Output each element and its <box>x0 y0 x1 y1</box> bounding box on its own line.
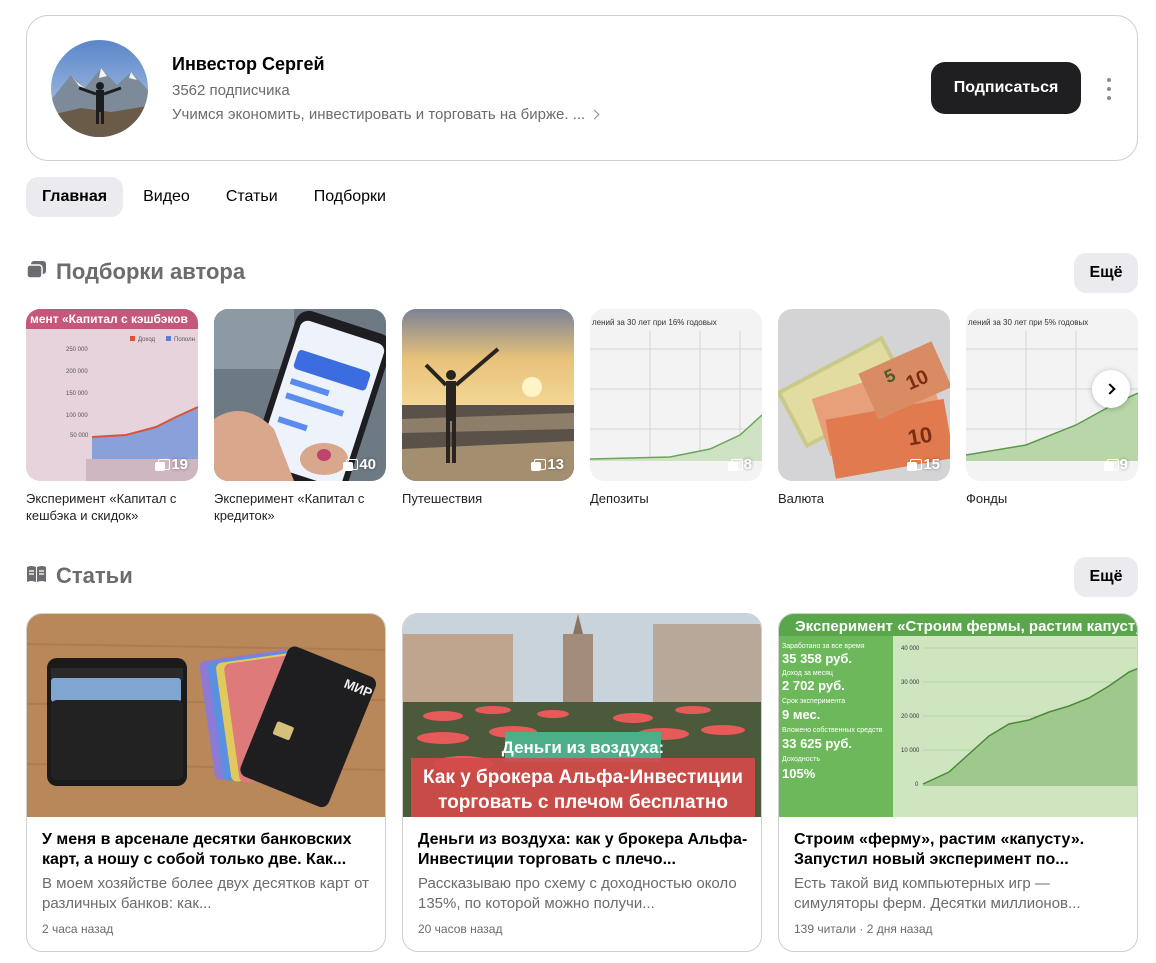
collection-thumbnail: мент «Капитал с кэшбэков Доход Пополн 250… <box>26 309 198 481</box>
stack-icon <box>531 458 547 471</box>
article-meta: 139 читали · 2 дня назад <box>794 922 933 936</box>
article-banner: Эксперимент «Строим фермы, растим капуст… <box>795 618 1138 635</box>
collection-title: Фонды <box>966 491 1008 506</box>
carousel-next-button[interactable] <box>1092 370 1130 408</box>
collection-card[interactable]: 10 10 5 15 Валюта <box>778 309 950 507</box>
article-image: Деньги из воздуха: Как у брокера Альфа-И… <box>403 614 761 817</box>
collection-thumb-text: мент «Капитал с кэшбэков <box>30 312 188 326</box>
collection-thumbnail: лений за 30 лет при 16% годовых 8 <box>590 309 762 481</box>
collection-title: Путешествия <box>402 491 483 506</box>
svg-text:Пополн: Пополн <box>174 337 195 343</box>
article-title: Деньги из воздуха: как у брокера Альфа-И… <box>418 831 748 868</box>
collection-card[interactable]: 40 Эксперимент «Капитал с кредиток» <box>214 309 386 524</box>
svg-text:20 000: 20 000 <box>901 714 920 720</box>
collection-count: 9 <box>1103 456 1128 473</box>
svg-text:100 000: 100 000 <box>66 413 88 419</box>
article-card[interactable]: МИР У меня в арсенале десятки банковских… <box>26 613 386 952</box>
article-image: Эксперимент «Строим фермы, растим капуст… <box>779 614 1138 817</box>
tab-articles[interactable]: Статьи <box>210 177 294 217</box>
articles-title: Статьи <box>56 563 133 588</box>
article-title: Строим «ферму», растим «капусту». Запуст… <box>794 831 1085 868</box>
svg-text:50 000: 50 000 <box>70 433 89 439</box>
chevron-right-icon <box>1103 383 1116 395</box>
articles-header: Статьи <box>26 563 133 589</box>
collection-title: Депозиты <box>590 491 649 506</box>
more-options-icon[interactable] <box>1099 78 1119 100</box>
collection-card[interactable]: лений за 30 лет при 16% годовых 8 Депози… <box>590 309 762 507</box>
tab-video[interactable]: Видео <box>127 177 206 217</box>
collection-count: 15 <box>907 456 940 473</box>
chevron-right-icon <box>589 109 600 120</box>
subscriber-count: 3562 подписчика <box>172 82 290 99</box>
collection-title: Валюта <box>778 491 824 506</box>
stack-icon <box>343 458 359 471</box>
collection-card[interactable]: мент «Капитал с кэшбэков Доход Пополн 250… <box>26 309 198 524</box>
article-title: У меня в арсенале десятки банковских кар… <box>42 831 352 868</box>
subscribe-button[interactable]: Подписаться <box>931 62 1081 114</box>
article-meta: 20 часов назад <box>418 922 503 936</box>
channel-avatar[interactable] <box>51 40 148 137</box>
svg-text:Доходность: Доходность <box>782 756 820 763</box>
svg-text:10 000: 10 000 <box>901 748 920 754</box>
svg-text:Доход: Доход <box>138 337 156 343</box>
article-snippet: В моем хозяйстве более двух десятков кар… <box>42 875 369 912</box>
collection-count: 19 <box>155 456 188 473</box>
article-overlay-line2: Как у брокера Альфа-Инвестиции <box>423 767 743 788</box>
svg-text:150 000: 150 000 <box>66 391 88 397</box>
book-icon <box>26 565 47 588</box>
collection-count: 13 <box>531 456 564 473</box>
svg-text:40 000: 40 000 <box>901 646 920 652</box>
svg-text:Заработано за все время: Заработано за все время <box>782 642 865 650</box>
collections-title: Подборки автора <box>56 259 246 284</box>
collection-title: Эксперимент «Капитал с кредиток» <box>214 491 365 523</box>
article-meta: 2 часа назад <box>42 922 114 936</box>
channel-tabs: Главная Видео Статьи Подборки <box>26 177 402 217</box>
article-card[interactable]: Эксперимент «Строим фермы, растим капуст… <box>778 613 1138 952</box>
svg-text:250 000: 250 000 <box>66 347 88 353</box>
svg-text:Доход за месяц: Доход за месяц <box>782 670 833 677</box>
svg-text:33 625 руб.: 33 625 руб. <box>782 736 852 751</box>
svg-text:105%: 105% <box>782 766 816 781</box>
channel-description[interactable]: Учимся экономить, инвестировать и торгов… <box>172 106 600 123</box>
svg-text:35 358 руб.: 35 358 руб. <box>782 651 852 666</box>
articles-more-button[interactable]: Ещё <box>1074 557 1138 597</box>
collections-more-button[interactable]: Ещё <box>1074 253 1138 293</box>
stack-icon <box>907 458 923 471</box>
article-snippet: Рассказываю про схему с доходностью окол… <box>418 875 737 912</box>
article-card[interactable]: Деньги из воздуха: Как у брокера Альфа-И… <box>402 613 762 952</box>
article-image: МИР <box>27 614 385 817</box>
collection-thumbnail: 40 <box>214 309 386 481</box>
channel-name[interactable]: Инвестор Сергей <box>172 54 325 75</box>
collection-card[interactable]: лений за 30 лет при 5% годовых 9 Фонды <box>966 309 1138 507</box>
article-overlay-line3: торговать с плечом бесплатно <box>438 792 728 813</box>
collection-thumbnail: 10 10 5 15 <box>778 309 950 481</box>
tab-home[interactable]: Главная <box>26 177 124 217</box>
stack-icon <box>1103 458 1119 471</box>
collection-thumb-text: лений за 30 лет при 5% годовых <box>968 318 1088 327</box>
collection-title: Эксперимент «Капитал с кешбэка и скидок» <box>26 491 177 523</box>
collections-icon <box>26 260 47 284</box>
collection-card[interactable]: 13 Путешествия <box>402 309 574 507</box>
collection-count: 8 <box>727 456 752 473</box>
collection-count: 40 <box>343 456 376 473</box>
svg-text:2 702 руб.: 2 702 руб. <box>782 678 845 693</box>
article-snippet: Есть такой вид компьютерных игр — симуля… <box>794 875 1081 912</box>
collection-thumb-text: лений за 30 лет при 16% годовых <box>592 318 717 327</box>
collections-row: мент «Капитал с кэшбэков Доход Пополн 250… <box>26 309 1138 529</box>
collection-thumbnail: 13 <box>402 309 574 481</box>
svg-text:200 000: 200 000 <box>66 369 88 375</box>
svg-text:Вложено собственных средств: Вложено собственных средств <box>782 726 883 734</box>
svg-text:9 мес.: 9 мес. <box>782 707 820 722</box>
svg-text:Срок эксперимента: Срок эксперимента <box>782 698 845 705</box>
article-overlay-line1: Деньги из воздуха: <box>502 738 664 757</box>
channel-description-text: Учимся экономить, инвестировать и торгов… <box>172 106 586 123</box>
svg-text:30 000: 30 000 <box>901 680 920 686</box>
channel-header: Инвестор Сергей 3562 подписчика Учимся э… <box>26 15 1138 161</box>
tab-collections[interactable]: Подборки <box>298 177 402 217</box>
collections-header: Подборки автора <box>26 259 245 285</box>
stack-icon <box>727 458 743 471</box>
stack-icon <box>155 458 171 471</box>
svg-text:10: 10 <box>906 422 934 451</box>
